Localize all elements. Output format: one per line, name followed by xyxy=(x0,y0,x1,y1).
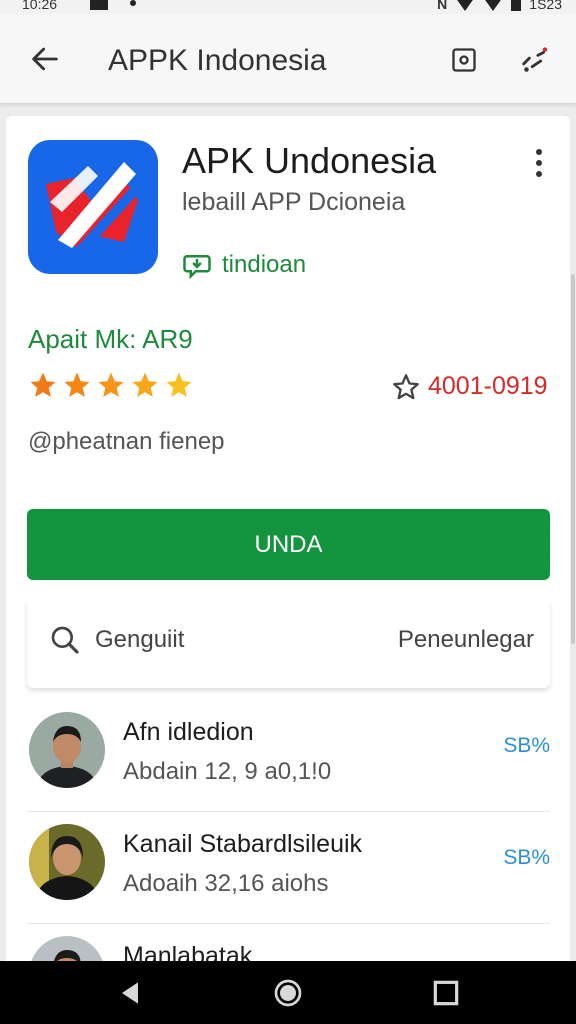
download-badge-icon xyxy=(183,255,211,280)
search-bar[interactable]: Genguiit Peneunlegar xyxy=(27,600,550,688)
share-icon[interactable] xyxy=(518,44,552,78)
star-icon xyxy=(166,372,192,397)
star-icon xyxy=(132,372,158,397)
scrollbar[interactable] xyxy=(571,274,575,644)
app-bar: APPK Indonesia xyxy=(0,14,576,104)
home-nav-icon[interactable] xyxy=(272,977,304,1009)
install-button[interactable]: UNDA xyxy=(27,509,550,580)
status-bar: 10:26 N 1S23 xyxy=(0,0,576,14)
star-icon xyxy=(64,372,90,397)
status-icons: N 1S23 xyxy=(437,0,562,12)
app-name: APK Undonesia xyxy=(182,140,437,181)
navigation-bar xyxy=(0,961,576,1024)
list-item-title: Afn idledion xyxy=(123,718,254,746)
app-bar-title: APPK Indonesia xyxy=(108,44,327,77)
app-handle: @pheatnan fienep xyxy=(28,428,225,455)
app-category: Apait Mk: AR9 xyxy=(28,324,193,354)
notification-icons xyxy=(90,0,136,10)
status-right-time: 1S23 xyxy=(529,0,562,12)
recents-nav-icon[interactable] xyxy=(430,977,462,1009)
more-options-icon[interactable] xyxy=(534,148,544,178)
star-icon xyxy=(98,372,124,397)
sort-option[interactable]: Peneunlegar xyxy=(398,626,534,654)
avatar xyxy=(29,824,105,900)
status-time: 10:26 xyxy=(22,0,58,12)
notification-icon xyxy=(90,0,108,10)
search-icon xyxy=(51,626,79,654)
list-item-percent: SB% xyxy=(503,734,550,757)
list-item-percent: SB% xyxy=(503,846,550,869)
list-item[interactable]: Afn idledion Abdain 12, 9 a0,1!0 SB% xyxy=(27,700,550,812)
back-arrow-icon[interactable] xyxy=(28,42,62,76)
back-nav-icon[interactable] xyxy=(114,977,146,1009)
install-tag: tindioan xyxy=(182,250,306,280)
battery-icon xyxy=(511,0,522,11)
developer-name[interactable]: lebaill APP Dcioneia xyxy=(182,188,405,217)
list-item-subtitle: Abdain 12, 9 a0,1!0 xyxy=(123,758,332,785)
dot-icon xyxy=(130,0,136,6)
list-item-title: Kanail Stabardlsileuik xyxy=(123,830,363,858)
list-item-subtitle: Adoaih 32,16 aiohs xyxy=(123,870,329,897)
star-outline-icon xyxy=(393,373,419,399)
nfc-icon: N xyxy=(437,0,448,12)
star-rating xyxy=(28,370,194,400)
search-placeholder[interactable]: Genguiit xyxy=(95,626,184,654)
star-icon xyxy=(30,372,56,397)
signal-icon xyxy=(483,0,504,11)
wifi-icon xyxy=(455,0,476,11)
avatar xyxy=(29,712,105,788)
list-item[interactable]: Kanail Stabardlsileuik Adoaih 32,16 aioh… xyxy=(27,812,550,924)
rating-count-value: 4001-0919 xyxy=(428,372,548,400)
rating-count: 4001-0919 xyxy=(392,372,548,401)
install-tag-label: tindioan xyxy=(222,251,307,278)
app-detail-card: APK Undonesia lebaill APP Dcioneia tindi… xyxy=(6,116,570,1012)
screenshot-icon[interactable] xyxy=(450,46,478,74)
app-logo[interactable] xyxy=(28,140,158,274)
